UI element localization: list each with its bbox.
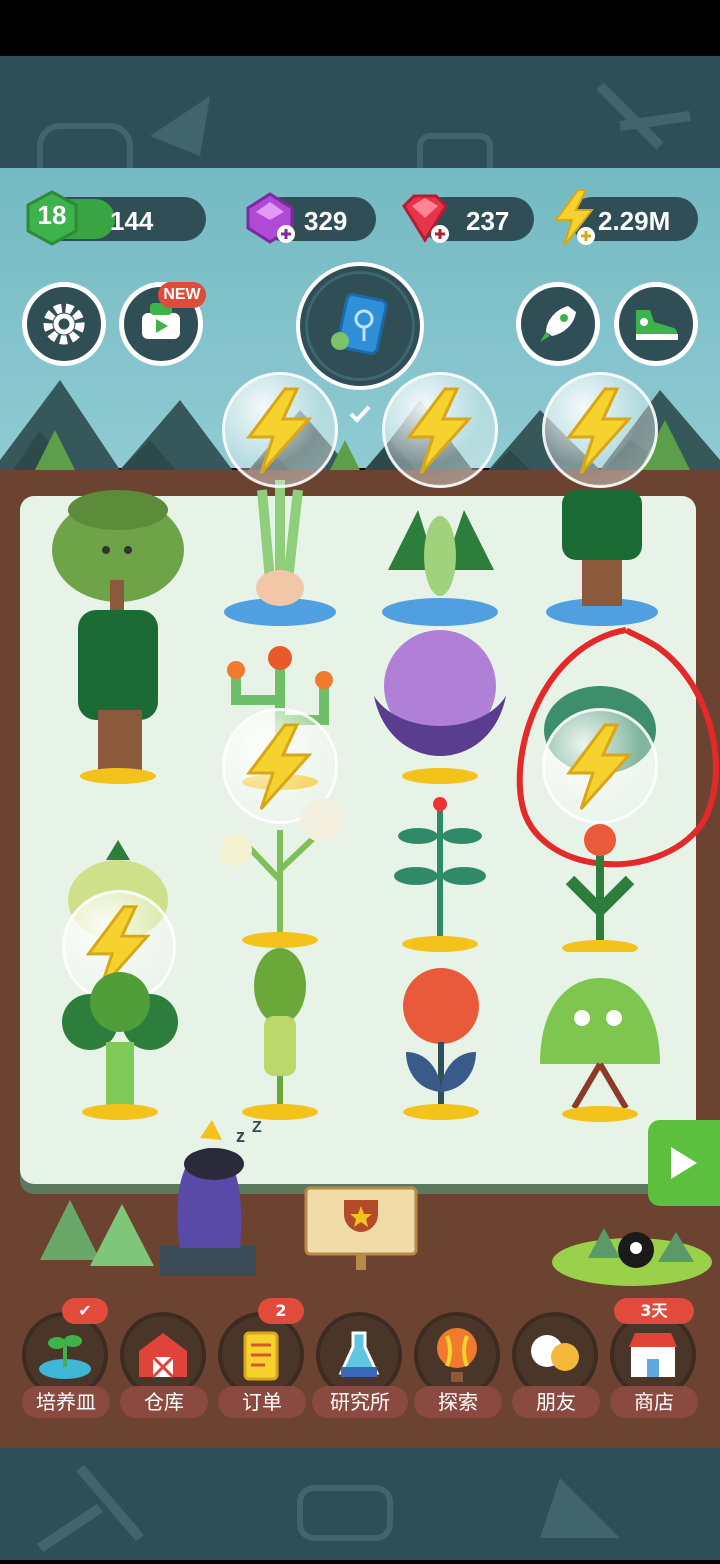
leaf-pattern-bottom [37,1464,620,1553]
nav-label-orders[interactable]: 订单 [218,1386,306,1418]
rocket-icon [540,306,576,342]
sneaker-icon [636,310,678,340]
plant-fern-sprout[interactable] [390,796,490,952]
sprout-dish-icon [39,1335,91,1379]
checkmark-icon [349,405,371,423]
energy-count: 2.29M [598,206,671,236]
svg-text:z: z [236,1126,245,1146]
nav-label-research[interactable]: 研究所 [312,1386,408,1418]
new-badge: NEW [158,282,206,308]
plant-red-tulip[interactable] [398,962,484,1122]
purple-gem-icon[interactable] [242,190,298,246]
settings-gear-icon [43,303,85,345]
settings-button[interactable] [22,282,106,366]
scroll-orders-icon [243,1331,279,1381]
plant-purple-cabbage[interactable] [370,626,510,786]
plant-spiky-leaf[interactable] [378,470,502,630]
corner-forest-creature[interactable] [548,1218,714,1290]
leaf-pattern [37,82,691,189]
player-level: 18 [37,200,67,230]
energy-bubble-1[interactable] [222,372,338,488]
play-arrow-icon [671,1147,697,1179]
shop-store-icon [629,1333,677,1377]
plant-leek-onion[interactable] [222,470,338,630]
plant-tree-double[interactable] [48,470,188,790]
book-icon [331,293,388,355]
gem-count: 329 [304,206,348,236]
plant-dark-tree[interactable] [544,470,660,630]
nav-label-petri-dish[interactable]: 培养皿 [22,1386,110,1418]
sneaker-button[interactable] [614,282,698,366]
friends-icon [531,1335,579,1371]
lightning-icon [406,387,473,474]
rocket-button[interactable] [516,282,600,366]
plant-broccoli[interactable] [58,972,182,1122]
nav-badge-shop-days: 3天 [614,1298,694,1324]
forest-decor [40,1200,154,1266]
red-ruby-icon[interactable] [396,190,454,246]
nav-label-shop[interactable]: 商店 [610,1386,698,1418]
play-button[interactable] [648,1120,720,1206]
trophy-sign-icon[interactable] [302,1184,420,1274]
plant-cabbage-stalk[interactable] [240,946,320,1122]
lightning-energy-icon[interactable] [548,188,600,248]
energy-bubble-3[interactable] [542,372,658,488]
sleeping-dino-mascot[interactable]: z Z [160,1118,270,1278]
research-lab-icon [338,1331,380,1377]
nav-badge-check: ✔ [62,1298,108,1324]
status-bar [0,0,720,56]
bottom-pattern-band [0,1448,720,1560]
nav-badge-orders-count: 2 [258,1298,304,1324]
top-pattern-band [0,56,720,189]
lightning-icon [246,387,313,474]
energy-bubble-2[interactable] [382,372,498,488]
plant-dandelion[interactable] [212,790,348,950]
plant-red-bud[interactable] [560,810,640,952]
barn-icon [139,1333,187,1379]
hot-air-balloon-icon [437,1328,477,1382]
nav-label-warehouse[interactable]: 仓库 [120,1386,208,1418]
plant-green-shrub[interactable] [534,968,666,1124]
nav-label-explore[interactable]: 探索 [414,1386,502,1418]
ruby-count: 237 [466,206,510,236]
almanac-button[interactable] [296,262,424,390]
xp-value: 144 [110,206,154,236]
nav-label-friends[interactable]: 朋友 [512,1386,600,1418]
lightning-icon [566,387,633,474]
svg-text:Z: Z [252,1119,262,1136]
